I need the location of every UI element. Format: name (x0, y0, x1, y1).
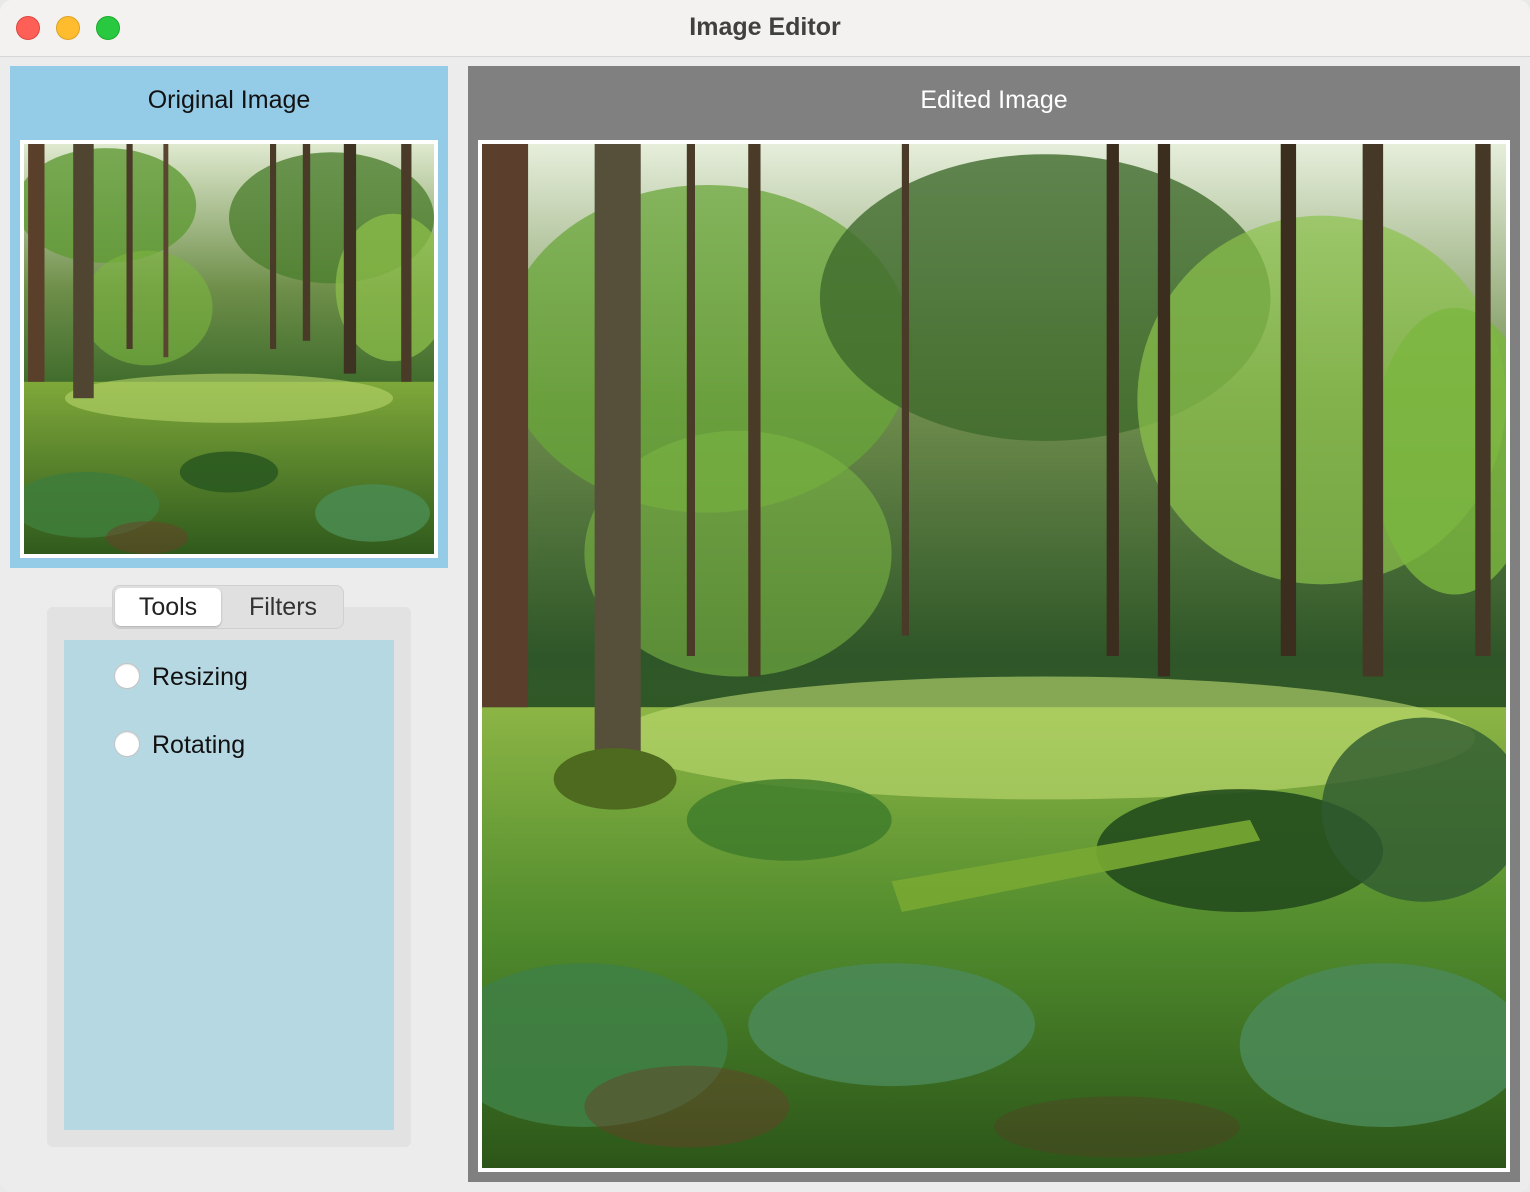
window-title: Image Editor (689, 13, 841, 41)
original-image-frame (20, 140, 438, 558)
tools-panel: Resizing Rotating (64, 640, 394, 1130)
image-editor-window: Image Editor Original Image Edited Image… (0, 0, 1530, 1192)
resizing-radio[interactable] (114, 663, 140, 689)
resizing-label: Resizing (152, 663, 248, 691)
tab-tools[interactable]: Tools (115, 588, 221, 626)
tab-selector: Tools Filters (112, 585, 344, 629)
edited-image (482, 144, 1506, 1168)
rotating-label: Rotating (152, 731, 246, 759)
title-bar: Image Editor (0, 0, 1530, 57)
tab-filters[interactable]: Filters (225, 588, 341, 626)
edited-image-title: Edited Image (920, 86, 1068, 114)
edited-image-frame (478, 140, 1510, 1172)
original-image (24, 144, 434, 554)
rotating-radio[interactable] (114, 731, 140, 757)
original-image-panel: Original Image (10, 66, 448, 568)
edited-image-panel: Edited Image (468, 66, 1520, 1182)
original-image-title: Original Image (147, 86, 311, 114)
